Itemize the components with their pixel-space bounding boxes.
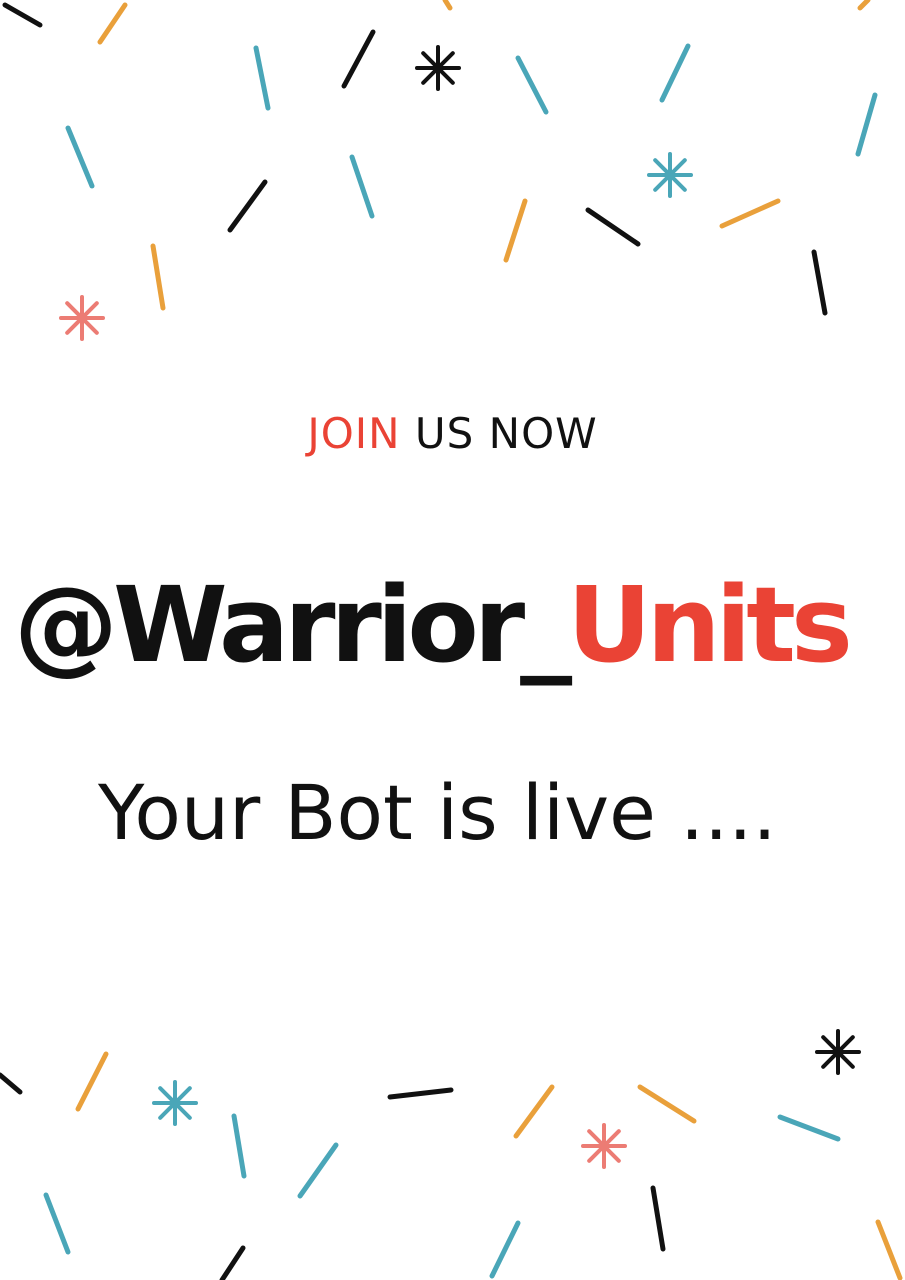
confetti-dash-icon [253,45,271,111]
confetti-dash-icon [489,1220,521,1279]
sparkle-star-icon [152,1080,198,1126]
confetti-dash-icon [65,125,95,189]
tagline: JOIN US NOW [0,408,905,460]
confetti-dash-icon [341,29,376,89]
confetti-dash-icon [513,1084,555,1139]
confetti-dash-icon [777,1114,841,1142]
confetti-dash-icon [150,243,166,311]
confetti-dash-icon [811,249,828,316]
confetti-dash-icon [231,1113,247,1179]
confetti-dash-icon [719,198,781,229]
confetti-dash-icon [297,1142,339,1199]
handle-highlight: Units [567,564,853,686]
confetti-dash-icon [857,0,871,11]
confetti-dash-icon [650,1185,666,1252]
confetti-dash-icon [387,1087,454,1100]
confetti-dash-icon [75,1051,109,1112]
sparkle-star-icon [647,152,693,198]
confetti-dash-icon [659,43,691,103]
status-message: Your Bot is live .... [98,768,777,857]
confetti-dash-icon [585,207,641,247]
confetti-dash-icon [219,1245,246,1280]
confetti-dash-icon [503,198,528,263]
confetti-dash-icon [349,154,375,219]
confetti-dash-icon [875,1219,903,1280]
sparkle-star-icon [59,295,105,341]
confetti-dash-icon [43,1192,71,1255]
confetti-dash-icon [515,55,549,115]
sparkle-star-icon [415,45,461,91]
tagline-highlight: JOIN [307,409,401,458]
channel-handle: @Warrior_Units [14,560,853,690]
confetti-dash-icon [637,1084,697,1124]
sparkle-star-icon [815,1029,861,1075]
confetti-dash-icon [227,179,268,233]
confetti-dash-icon [442,0,453,11]
tagline-rest: US NOW [414,409,598,458]
handle-main: @Warrior_ [14,564,572,686]
sparkle-star-icon [581,1123,627,1169]
confetti-dash-icon [97,2,128,45]
confetti-dash-icon [0,1072,23,1095]
confetti-dash-icon [855,92,878,157]
confetti-dash-icon [2,2,43,28]
